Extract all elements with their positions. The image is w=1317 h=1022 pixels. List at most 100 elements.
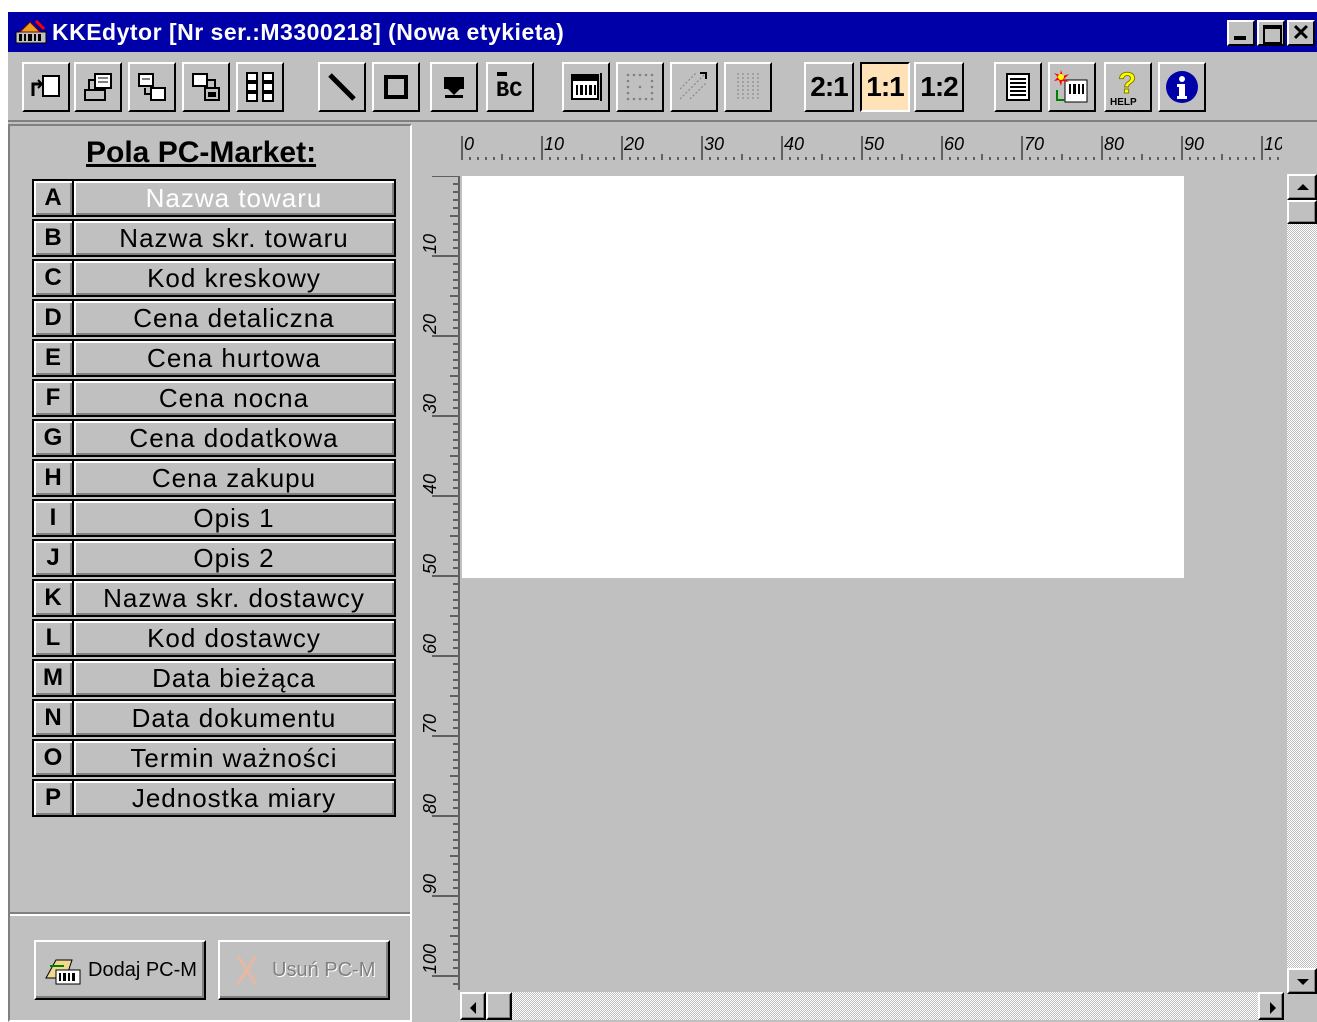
field-list: A Nazwa towaru B Nazwa skr. towaru C Kod kres… <box>32 179 398 819</box>
ruler-label: 30 <box>704 134 724 154</box>
help-caption: HELP <box>1110 97 1137 107</box>
field-row[interactable]: L Kod dostawcy <box>32 619 398 659</box>
field-row[interactable]: O Termin ważności <box>32 739 398 779</box>
field-row[interactable]: G Cena dodatkowa <box>32 419 398 459</box>
zoom-2-1-button[interactable]: 2:1 <box>804 62 854 112</box>
vertical-grid-icon <box>737 73 759 101</box>
print-preview-button[interactable] <box>994 62 1042 112</box>
field-row[interactable]: A Nazwa towaru <box>32 179 398 219</box>
ruler-label: 80 <box>420 794 440 814</box>
open-label-button[interactable] <box>74 62 122 112</box>
svg-text:BC: BC <box>496 78 522 103</box>
field-name[interactable]: Cena nocna <box>74 379 396 417</box>
add-pcm-label: Dodaj PC-M <box>88 958 197 981</box>
remove-pcm-button[interactable]: Usuń PC-M <box>218 940 390 1000</box>
field-letter: D <box>32 299 74 337</box>
remove-pcm-label: Usuń PC-M <box>272 958 376 981</box>
field-letter: B <box>32 219 74 257</box>
field-letter: E <box>32 339 74 377</box>
scroll-left-button[interactable] <box>460 992 486 1020</box>
vertical-scroll-thumb[interactable] <box>1287 200 1317 224</box>
insert-image-icon <box>444 77 464 98</box>
field-name[interactable]: Opis 1 <box>74 499 396 537</box>
field-letter: J <box>32 539 74 577</box>
ruler-label: 10 <box>420 234 440 254</box>
field-row[interactable]: I Opis 1 <box>32 499 398 539</box>
field-name[interactable]: Kod kreskowy <box>74 259 396 297</box>
window-title: KKEdytor [Nr ser.:M3300218] (Nowa etykie… <box>52 19 565 45</box>
insert-text-icon: BC <box>496 72 522 103</box>
field-name[interactable]: Cena dodatkowa <box>74 419 396 457</box>
field-name[interactable]: Kod dostawcy <box>74 619 396 657</box>
zoom-1-2-button[interactable]: 1:2 <box>914 62 964 112</box>
open-label-icon <box>84 73 112 101</box>
field-letter: I <box>32 499 74 537</box>
field-row[interactable]: K Nazwa skr. dostawcy <box>32 579 398 619</box>
horizontal-scroll-thumb[interactable] <box>486 992 512 1020</box>
zoom-1-1-button[interactable]: 1:1 <box>860 62 910 112</box>
field-row[interactable]: H Cena zakupu <box>32 459 398 499</box>
diagonal-grid-button[interactable] <box>670 62 718 112</box>
barcode-settings-button[interactable] <box>1048 62 1096 112</box>
field-letter: L <box>32 619 74 657</box>
ruler-label: 80 <box>1104 134 1124 154</box>
label-canvas[interactable] <box>462 176 1184 578</box>
field-letter: K <box>32 579 74 617</box>
ruler-label: 50 <box>864 134 884 154</box>
vertical-scrollbar[interactable] <box>1287 174 1317 994</box>
field-row[interactable]: J Opis 2 <box>32 539 398 579</box>
maximize-button[interactable] <box>1257 20 1285 46</box>
field-name[interactable]: Nazwa skr. dostawcy <box>74 579 396 617</box>
grid-layout-button[interactable] <box>236 62 284 112</box>
scroll-up-button[interactable] <box>1287 174 1317 200</box>
ruler-label: 40 <box>784 134 804 154</box>
info-button[interactable] <box>1158 62 1206 112</box>
new-label-button[interactable] <box>22 62 70 112</box>
horizontal-scrollbar[interactable] <box>460 992 1284 1020</box>
field-name[interactable]: Jednostka miary <box>74 779 396 817</box>
field-letter: A <box>32 179 74 217</box>
insert-image-button[interactable] <box>430 62 478 112</box>
dotted-grid-button[interactable] <box>616 62 664 112</box>
help-button[interactable]: ? HELP <box>1104 62 1152 112</box>
field-name[interactable]: Cena hurtowa <box>74 339 396 377</box>
vertical-grid-button[interactable] <box>724 62 772 112</box>
save-as-button[interactable] <box>182 62 230 112</box>
field-name[interactable]: Nazwa towaru <box>74 179 396 217</box>
draw-line-button[interactable] <box>318 62 366 112</box>
field-name[interactable]: Opis 2 <box>74 539 396 577</box>
add-pcm-button[interactable]: Dodaj PC-M <box>34 940 206 1000</box>
title-bar[interactable]: KKEdytor [Nr ser.:M3300218] (Nowa etykie… <box>8 12 1317 52</box>
field-name[interactable]: Cena zakupu <box>74 459 396 497</box>
help-icon: ?HELP <box>1110 67 1137 107</box>
field-name[interactable]: Cena detaliczna <box>74 299 396 337</box>
save-label-button[interactable] <box>128 62 176 112</box>
field-letter: F <box>32 379 74 417</box>
field-row[interactable]: P Jednostka miary <box>32 779 398 819</box>
panel-divider <box>10 912 410 916</box>
field-name[interactable]: Nazwa skr. towaru <box>74 219 396 257</box>
field-row[interactable]: C Kod kreskowy <box>32 259 398 299</box>
field-row[interactable]: M Data bieżąca <box>32 659 398 699</box>
field-letter: P <box>32 779 74 817</box>
field-row[interactable]: F Cena nocna <box>32 379 398 419</box>
scroll-down-button[interactable] <box>1287 968 1317 994</box>
draw-rectangle-button[interactable] <box>372 62 420 112</box>
info-icon <box>1166 71 1198 103</box>
zoom-1-1-label: 1:1 <box>866 71 904 102</box>
ruler-label: 10 <box>544 134 564 154</box>
field-name[interactable]: Data bieżąca <box>74 659 396 697</box>
insert-text-button[interactable]: BC <box>486 62 534 112</box>
insert-barcode-button[interactable] <box>562 62 610 112</box>
field-letter: M <box>32 659 74 697</box>
field-row[interactable]: N Data dokumentu <box>32 699 398 739</box>
field-row[interactable]: B Nazwa skr. towaru <box>32 219 398 259</box>
field-row[interactable]: E Cena hurtowa <box>32 339 398 379</box>
field-name[interactable]: Termin ważności <box>74 739 396 777</box>
close-button[interactable]: ✕ <box>1287 20 1315 46</box>
minimize-button[interactable] <box>1227 20 1255 46</box>
field-name[interactable]: Data dokumentu <box>74 699 396 737</box>
insert-barcode-icon <box>571 73 602 101</box>
field-row[interactable]: D Cena detaliczna <box>32 299 398 339</box>
scroll-right-button[interactable] <box>1258 992 1284 1020</box>
